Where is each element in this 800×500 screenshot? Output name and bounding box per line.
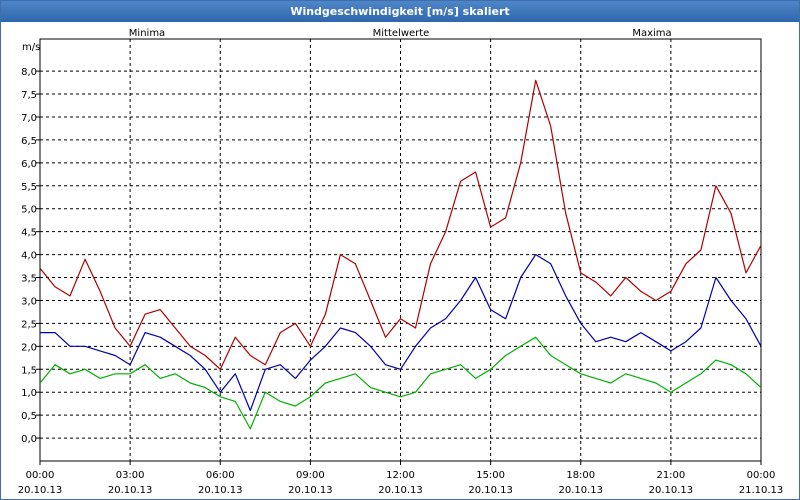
- y-tick-label: 5,5: [21, 182, 37, 193]
- x-tick-label-time: 18:00: [566, 470, 595, 481]
- x-tick-label-time: 06:00: [206, 470, 235, 481]
- x-tick-label-date: 21.10.13: [739, 485, 784, 496]
- y-tick-label: 1,0: [21, 388, 37, 399]
- x-tick-label-time: 15:00: [476, 470, 505, 481]
- y-tick-label: 6,0: [21, 159, 37, 170]
- y-tick-label: 8,0: [21, 67, 37, 78]
- x-tick-label-date: 20.10.13: [288, 485, 333, 496]
- y-tick-label: 0,5: [21, 411, 37, 422]
- x-tick-label-time: 00:00: [747, 470, 776, 481]
- x-tick-label-time: 12:00: [386, 470, 415, 481]
- y-tick-label: 2,0: [21, 342, 37, 353]
- y-tick-label: 3,0: [21, 296, 37, 307]
- y-tick-label: 2,5: [21, 319, 37, 330]
- x-tick-label-time: 09:00: [296, 470, 325, 481]
- x-axis-labels: 00:00 20.10.13 03:00 20.10.13 06:00 20.10.13 0…: [18, 470, 784, 496]
- y-tick-label: 3,5: [21, 274, 37, 285]
- legend-mittelwerte: Mittelwerte: [373, 28, 430, 39]
- x-tick-label-date: 20.10.13: [378, 485, 423, 496]
- y-tick-label: 6,5: [21, 136, 37, 147]
- x-tick-label-date: 20.10.13: [198, 485, 243, 496]
- y-tick-label: 1,5: [21, 365, 37, 376]
- x-tick-label-time: 03:00: [116, 470, 145, 481]
- x-tick-label-time: 21:00: [656, 470, 685, 481]
- x-tick-label-date: 20.10.13: [108, 485, 153, 496]
- y-axis-labels: 0,0 0,5 1,0 1,5 2,0 2,5 3,0 3,5 4,0 4,5 5,0 5,5 6,0 6…: [21, 67, 37, 445]
- x-tick-label-date: 20.10.13: [649, 485, 694, 496]
- y-tick-label: 0,0: [21, 434, 37, 445]
- x-tick-label-date: 20.10.13: [468, 485, 513, 496]
- x-tick-label-date: 20.10.13: [18, 485, 63, 496]
- chart-canvas: 0,0 0,5 1,0 1,5 2,0 2,5 3,0 3,5 4,0 4,5 5,0 5,5 6,0 6…: [18, 28, 784, 496]
- x-tick-label-date: 20.10.13: [558, 485, 603, 496]
- x-tick-label-time: 00:00: [26, 470, 55, 481]
- legend-maxima: Maxima: [632, 28, 671, 39]
- y-tick-label: 4,0: [21, 251, 37, 262]
- y-axis-unit: m/s: [22, 42, 40, 53]
- y-tick-label: 7,0: [21, 113, 37, 124]
- y-tick-label: 4,5: [21, 228, 37, 239]
- y-tick-label: 7,5: [21, 90, 37, 101]
- legend-minima: Minima: [129, 28, 165, 39]
- y-tick-label: 5,0: [21, 205, 37, 216]
